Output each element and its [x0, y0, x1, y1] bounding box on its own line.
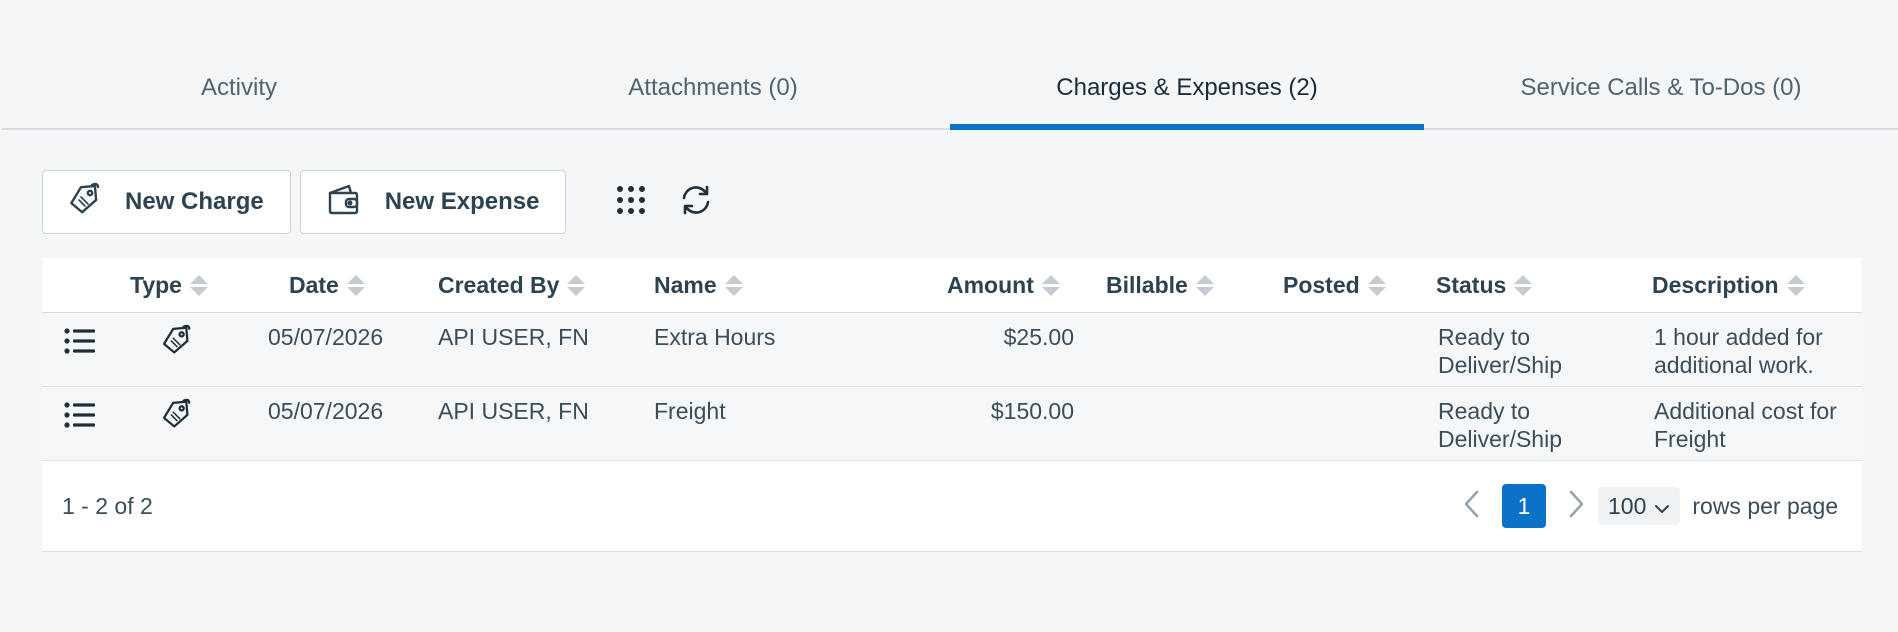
- table-header: Type Date Created By Name Amount Billabl…: [42, 258, 1862, 313]
- column-header-type[interactable]: Type: [130, 258, 208, 313]
- next-page-icon[interactable]: [1568, 489, 1586, 524]
- column-header-date[interactable]: Date: [289, 258, 365, 313]
- column-label: Description: [1652, 272, 1779, 298]
- new-charge-label: New Charge: [125, 188, 264, 215]
- sort-icon: [346, 275, 365, 296]
- sort-icon: [1514, 275, 1533, 296]
- charges-table: Type Date Created By Name Amount Billabl…: [42, 258, 1862, 552]
- new-expense-label: New Expense: [384, 188, 540, 215]
- wallet-icon: [325, 182, 361, 223]
- record-count: 1 - 2 of 2: [62, 492, 153, 519]
- new-charge-button[interactable]: New Charge: [42, 170, 291, 234]
- sort-icon: [1041, 275, 1060, 296]
- sort-icon: [567, 275, 586, 296]
- row-amount: $150.00: [990, 398, 1074, 424]
- row-description-line: additional work.: [1654, 352, 1814, 378]
- price-tag-icon: [160, 398, 192, 436]
- column-label: Created By: [438, 272, 560, 298]
- row-created-by: API USER, FN: [438, 398, 589, 424]
- column-header-posted[interactable]: Posted: [1283, 258, 1386, 313]
- column-label: Type: [130, 272, 182, 298]
- table-row[interactable]: 05/07/2026 API USER, FN Freight $150.00 …: [42, 387, 1862, 461]
- row-status: Ready to Deliver/Ship: [1438, 397, 1562, 453]
- row-name: Freight: [654, 398, 726, 424]
- row-description: 1 hour added for additional work.: [1654, 323, 1823, 379]
- price-tag-icon: [67, 182, 101, 223]
- sort-icon: [1195, 275, 1214, 296]
- toolbar: New Charge New Expense: [42, 170, 726, 234]
- column-label: Date: [289, 272, 339, 298]
- row-menu-icon[interactable]: [64, 401, 96, 435]
- column-label: Amount: [947, 272, 1034, 298]
- column-header-created-by[interactable]: Created By: [438, 258, 586, 313]
- table-row[interactable]: 05/07/2026 API USER, FN Extra Hours $25.…: [42, 313, 1862, 387]
- column-header-description[interactable]: Description: [1652, 258, 1805, 313]
- rows-per-page-select[interactable]: 100: [1598, 487, 1681, 525]
- row-description-line: Additional cost for: [1654, 398, 1837, 424]
- grid-dots-icon: [616, 185, 646, 220]
- row-menu-icon[interactable]: [64, 327, 96, 361]
- row-description: Additional cost for Freight: [1654, 397, 1837, 453]
- column-label: Billable: [1106, 272, 1188, 298]
- chevron-down-icon: [1654, 493, 1670, 520]
- row-status-line: Ready to: [1438, 324, 1531, 350]
- rows-per-page-value: 100: [1608, 492, 1647, 519]
- row-description-line: Freight: [1654, 426, 1726, 452]
- rows-per-page: 100 rows per page: [1598, 487, 1838, 525]
- row-date: 05/07/2026: [268, 398, 384, 424]
- pagination: 1: [1462, 484, 1586, 528]
- column-header-status[interactable]: Status: [1436, 258, 1533, 313]
- row-status-line: Deliver/Ship: [1438, 426, 1562, 452]
- price-tag-icon: [160, 324, 192, 362]
- table-footer: 1 - 2 of 2 1 100 rows per page: [42, 461, 1862, 551]
- tab-attachments[interactable]: Attachments (0): [476, 48, 950, 128]
- row-date: 05/07/2026: [268, 324, 384, 350]
- tab-charges-expenses[interactable]: Charges & Expenses (2): [950, 48, 1424, 130]
- column-chooser-button[interactable]: [601, 172, 661, 232]
- row-status: Ready to Deliver/Ship: [1438, 323, 1562, 379]
- column-label: Posted: [1283, 272, 1360, 298]
- row-description-line: 1 hour added for: [1654, 324, 1823, 350]
- column-header-billable[interactable]: Billable: [1106, 258, 1214, 313]
- row-created-by: API USER, FN: [438, 324, 589, 350]
- column-label: Status: [1436, 272, 1507, 298]
- new-expense-button[interactable]: New Expense: [299, 170, 567, 234]
- page-button-current[interactable]: 1: [1502, 484, 1546, 528]
- tab-activity[interactable]: Activity: [2, 48, 476, 128]
- tab-service-calls[interactable]: Service Calls & To-Dos (0): [1424, 48, 1898, 128]
- column-header-name[interactable]: Name: [654, 258, 743, 313]
- row-status-line: Ready to: [1438, 398, 1531, 424]
- column-label: Name: [654, 272, 717, 298]
- tab-bar: Activity Attachments (0) Charges & Expen…: [2, 48, 1898, 130]
- previous-page-icon[interactable]: [1462, 489, 1480, 524]
- refresh-icon: [679, 183, 713, 222]
- row-name: Extra Hours: [654, 324, 776, 350]
- row-status-line: Deliver/Ship: [1438, 352, 1562, 378]
- refresh-button[interactable]: [666, 172, 726, 232]
- row-amount: $25.00: [1003, 324, 1074, 350]
- sort-icon: [1367, 275, 1386, 296]
- column-header-amount[interactable]: Amount: [947, 258, 1060, 313]
- sort-icon: [1786, 275, 1805, 296]
- sort-icon: [189, 275, 208, 296]
- sort-icon: [724, 275, 743, 296]
- rows-per-page-label: rows per page: [1692, 492, 1839, 519]
